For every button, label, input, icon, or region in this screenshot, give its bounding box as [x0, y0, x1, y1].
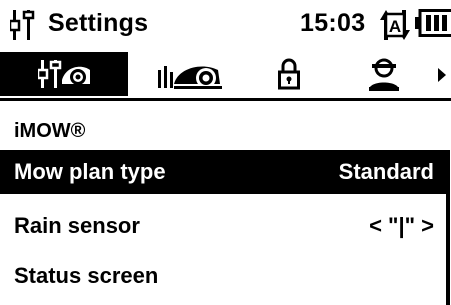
battery-icon	[415, 9, 451, 37]
auto-mode-icon: A	[380, 10, 410, 40]
row-label: Mow plan type	[14, 159, 166, 184]
tab-scroll-right[interactable]	[436, 52, 451, 96]
tab-settings[interactable]	[0, 52, 128, 96]
menu-row-status-screen[interactable]: Status screen	[0, 254, 446, 298]
tab-user[interactable]	[360, 52, 432, 96]
tab-underline	[0, 98, 451, 101]
svg-text:A: A	[389, 17, 401, 36]
header: Settings 15:03 A	[0, 0, 451, 50]
row-label: Status screen	[14, 263, 159, 288]
clock-time: 15:03	[300, 9, 366, 37]
section-heading: iMOW®	[14, 120, 86, 142]
arrow-right-icon	[438, 68, 446, 82]
row-value-slider[interactable]: < "|" >	[369, 213, 434, 239]
device-screen: Settings 15:03 A iMOW® Mow plan type Sta…	[0, 0, 451, 305]
lock-icon	[278, 58, 300, 90]
row-label: Rain sensor	[14, 213, 140, 238]
menu-row-rain-sensor[interactable]: Rain sensor < "|" >	[0, 204, 446, 248]
tab-mower[interactable]	[148, 52, 238, 96]
menu-row-mow-plan-type[interactable]: Mow plan type Standard	[0, 150, 446, 194]
settings-wrench-icon	[10, 10, 35, 40]
page-title: Settings	[48, 9, 149, 37]
tab-bar	[0, 52, 451, 98]
tab-security[interactable]	[256, 52, 328, 96]
row-value: Standard	[338, 159, 434, 184]
scrollbar[interactable]	[446, 150, 450, 305]
user-icon	[369, 58, 399, 91]
tools-settings-icon	[38, 60, 90, 88]
robot-mower-icon	[158, 66, 222, 89]
